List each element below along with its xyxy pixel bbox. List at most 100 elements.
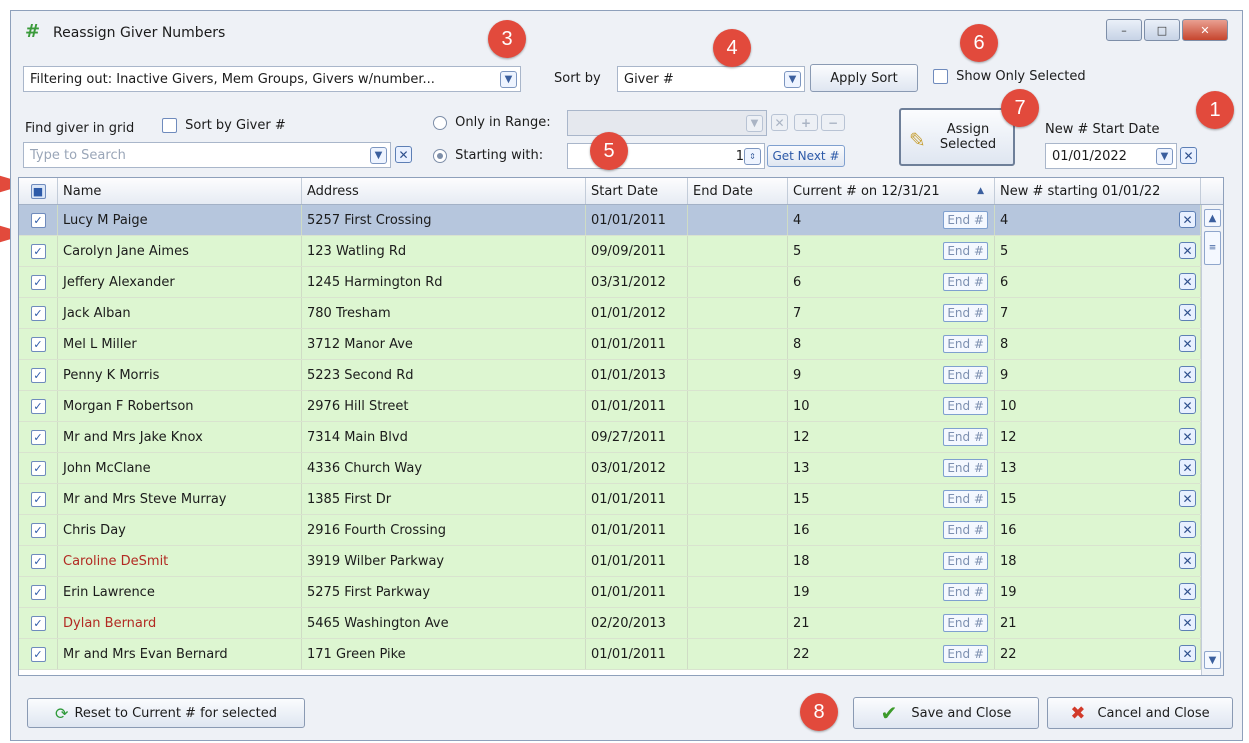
checkbox-checked-icon[interactable]: ✓ — [30, 305, 46, 321]
chevron-down-icon[interactable]: ▼ — [784, 71, 801, 88]
chevron-down-icon[interactable]: ▼ — [1156, 148, 1173, 165]
col-new-number[interactable]: New # starting 01/01/22 — [995, 178, 1201, 204]
checkbox-checked-icon[interactable]: ✓ — [30, 522, 46, 538]
maximize-button[interactable]: □ — [1144, 19, 1180, 41]
scroll-down-icon[interactable]: ▼ — [1204, 651, 1221, 669]
clear-new-number-icon[interactable]: ✕ — [1179, 583, 1196, 600]
reset-button[interactable]: ⟳ Reset to Current # for selected — [27, 698, 305, 728]
cell-new-number[interactable]: 13 ✕ — [995, 453, 1201, 483]
table-row[interactable]: ✓ Jack Alban 780 Tresham 01/01/2012 7 End #7 ✕ — [19, 298, 1201, 329]
table-row[interactable]: ✓ Mr and Mrs Jake Knox 7314 Main Blvd 09/27… — [19, 422, 1201, 453]
cell-new-number[interactable]: 4 ✕ — [995, 205, 1201, 235]
checkbox-checked-icon[interactable]: ✓ — [30, 398, 46, 414]
checkbox-checked-icon[interactable]: ✓ — [30, 274, 46, 290]
checkbox-checked-icon[interactable]: ✓ — [30, 646, 46, 662]
checkbox-checked-icon[interactable]: ✓ — [30, 584, 46, 600]
chevron-down-icon[interactable]: ▼ — [500, 71, 517, 88]
clear-new-number-icon[interactable]: ✕ — [1179, 521, 1196, 538]
end-number-button[interactable]: End # — [943, 490, 988, 508]
col-current-number[interactable]: Current # on 12/31/21 ▲ — [788, 178, 995, 204]
clear-new-number-icon[interactable]: ✕ — [1179, 273, 1196, 290]
end-number-button[interactable]: End # — [943, 521, 988, 539]
range-add-icon[interactable]: + — [794, 114, 818, 131]
chevron-down-icon[interactable]: ▼ — [746, 115, 763, 132]
row-checkbox[interactable]: ✓ — [19, 515, 58, 545]
end-number-button[interactable]: End # — [943, 459, 988, 477]
checkbox-checked-icon[interactable]: ✓ — [30, 460, 46, 476]
cell-new-number[interactable]: 15 ✕ — [995, 484, 1201, 514]
get-next-button[interactable]: Get Next # — [767, 145, 845, 167]
table-row[interactable]: ✓ John McClane 4336 Church Way 03/01/2012 13… — [19, 453, 1201, 484]
minimize-button[interactable]: – — [1106, 19, 1142, 41]
end-number-button[interactable]: End # — [943, 242, 988, 260]
row-checkbox[interactable]: ✓ — [19, 546, 58, 576]
clear-new-number-icon[interactable]: ✕ — [1179, 490, 1196, 507]
only-in-range-radio[interactable]: Only in Range: — [433, 115, 551, 130]
cell-new-number[interactable]: 6 ✕ — [995, 267, 1201, 297]
row-checkbox[interactable]: ✓ — [19, 453, 58, 483]
cell-new-number[interactable]: 7 ✕ — [995, 298, 1201, 328]
checkbox-checked-icon[interactable]: ✓ — [30, 212, 46, 228]
spinner-icon[interactable]: ⇕ — [744, 148, 761, 165]
table-row[interactable]: ✓ Morgan F Robertson 2976 Hill Street 01/01… — [19, 391, 1201, 422]
end-number-button[interactable]: End # — [943, 366, 988, 384]
checkbox-checked-icon[interactable]: ✓ — [30, 553, 46, 569]
clear-new-number-icon[interactable]: ✕ — [1179, 211, 1196, 228]
range-clear-icon[interactable]: ✕ — [771, 114, 788, 131]
clear-new-number-icon[interactable]: ✕ — [1179, 335, 1196, 352]
row-checkbox[interactable]: ✓ — [19, 205, 58, 235]
end-number-button[interactable]: End # — [943, 428, 988, 446]
table-row[interactable]: ✓ Dylan Bernard 5465 Washington Ave 02/20/2… — [19, 608, 1201, 639]
sort-by-giver-checkbox[interactable]: Sort by Giver # — [162, 118, 286, 133]
range-dropdown[interactable]: ▼ — [567, 110, 767, 136]
table-row[interactable]: ✓ Lucy M Paige 5257 First Crossing 01/01/20… — [19, 205, 1201, 236]
end-number-button[interactable]: End # — [943, 645, 988, 663]
clear-new-number-icon[interactable]: ✕ — [1179, 459, 1196, 476]
end-number-button[interactable]: End # — [943, 583, 988, 601]
col-end-date[interactable]: End Date — [688, 178, 788, 204]
cell-new-number[interactable]: 5 ✕ — [995, 236, 1201, 266]
starting-with-radio[interactable]: Starting with: — [433, 148, 543, 163]
cell-new-number[interactable]: 18 ✕ — [995, 546, 1201, 576]
row-checkbox[interactable]: ✓ — [19, 608, 58, 638]
cell-new-number[interactable]: 10 ✕ — [995, 391, 1201, 421]
checkbox-checked-icon[interactable]: ✓ — [30, 243, 46, 259]
clear-new-number-icon[interactable]: ✕ — [1179, 304, 1196, 321]
clear-new-number-icon[interactable]: ✕ — [1179, 552, 1196, 569]
clear-new-number-icon[interactable]: ✕ — [1179, 428, 1196, 445]
table-row[interactable]: ✓ Mr and Mrs Evan Bernard 171 Green Pike 01… — [19, 639, 1201, 670]
clear-new-number-icon[interactable]: ✕ — [1179, 397, 1196, 414]
cancel-and-close-button[interactable]: ✖ Cancel and Close — [1047, 697, 1233, 729]
row-checkbox[interactable]: ✓ — [19, 391, 58, 421]
clear-new-number-icon[interactable]: ✕ — [1179, 242, 1196, 259]
vertical-scrollbar[interactable]: ▲ ≡ ▼ — [1201, 205, 1223, 675]
chevron-down-icon[interactable]: ▼ — [370, 147, 387, 164]
row-checkbox[interactable]: ✓ — [19, 298, 58, 328]
table-row[interactable]: ✓ Caroline DeSmit 3919 Wilber Parkway 01/01… — [19, 546, 1201, 577]
table-row[interactable]: ✓ Erin Lawrence 5275 First Parkway 01/01/20… — [19, 577, 1201, 608]
end-number-button[interactable]: End # — [943, 552, 988, 570]
checkbox-checked-icon[interactable]: ✓ — [30, 491, 46, 507]
apply-sort-button[interactable]: Apply Sort — [810, 64, 918, 92]
clear-new-number-icon[interactable]: ✕ — [1179, 614, 1196, 631]
scroll-up-icon[interactable]: ▲ — [1204, 209, 1221, 227]
row-checkbox[interactable]: ✓ — [19, 329, 58, 359]
end-number-button[interactable]: End # — [943, 211, 988, 229]
save-and-close-button[interactable]: ✔ Save and Close — [853, 697, 1039, 729]
filter-dropdown[interactable]: Filtering out: Inactive Givers, Mem Grou… — [23, 66, 521, 92]
row-checkbox[interactable]: ✓ — [19, 236, 58, 266]
start-date-input[interactable]: 01/01/2022 ▼ — [1045, 143, 1177, 169]
select-all-header[interactable]: ■ — [19, 178, 58, 204]
end-number-button[interactable]: End # — [943, 614, 988, 632]
assign-selected-button[interactable]: ✎ Assign Selected — [899, 108, 1015, 166]
cell-new-number[interactable]: 19 ✕ — [995, 577, 1201, 607]
cell-new-number[interactable]: 8 ✕ — [995, 329, 1201, 359]
table-row[interactable]: ✓ Mr and Mrs Steve Murray 1385 First Dr 01/… — [19, 484, 1201, 515]
table-row[interactable]: ✓ Carolyn Jane Aimes 123 Watling Rd 09/09/2… — [19, 236, 1201, 267]
search-input[interactable]: Type to Search ▼ — [23, 142, 391, 168]
end-number-button[interactable]: End # — [943, 397, 988, 415]
row-checkbox[interactable]: ✓ — [19, 267, 58, 297]
cell-new-number[interactable]: 21 ✕ — [995, 608, 1201, 638]
cell-new-number[interactable]: 9 ✕ — [995, 360, 1201, 390]
sort-dropdown[interactable]: Giver # ▼ — [617, 66, 805, 92]
